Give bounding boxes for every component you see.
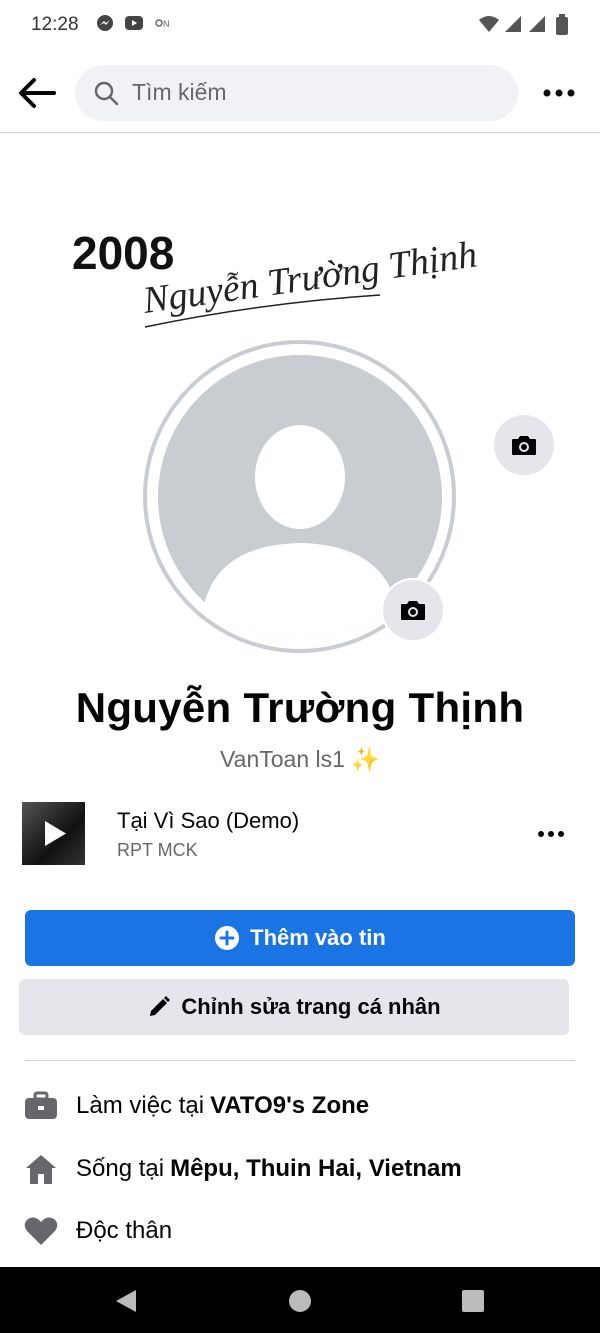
more-options-icon[interactable] — [540, 82, 578, 104]
signal-2-icon — [529, 16, 545, 32]
add-story-label: Thêm vào tin — [250, 925, 386, 950]
pencil-icon — [150, 996, 171, 1016]
nfc-icon: N — [155, 19, 170, 29]
search-placeholder: Tìm kiếm — [132, 79, 227, 105]
nav-recents-icon[interactable] — [461, 1289, 485, 1313]
cover-photo[interactable]: 2008 Nguyễn Trường Thịnh — [60, 215, 530, 345]
top-bar: Tìm kiếm — [0, 56, 600, 133]
cover-signature: Nguyễn Trường Thịnh — [139, 233, 479, 322]
detail-work-value[interactable]: VATO9's Zone — [210, 1092, 369, 1120]
divider — [25, 1060, 575, 1061]
add-story-button[interactable]: Thêm vào tin — [25, 910, 575, 966]
profile-music[interactable]: Tại Vì Sao (Demo) RPT MCK — [22, 802, 578, 866]
camera-icon — [512, 436, 536, 455]
heart-icon — [24, 1214, 58, 1248]
home-icon — [24, 1152, 58, 1186]
song-title: Tại Vì Sao (Demo) — [117, 808, 300, 833]
search-bar[interactable]: Tìm kiếm — [75, 65, 518, 121]
nav-back-icon[interactable] — [114, 1288, 138, 1314]
plus-circle-icon — [215, 926, 240, 950]
battery-icon — [556, 14, 568, 35]
detail-home-value[interactable]: Mêpu, Thuin Hai, Vietnam — [170, 1155, 462, 1183]
play-icon — [45, 821, 66, 846]
profile-bio: VanToan ls1 ✨ — [0, 746, 600, 773]
system-nav-bar — [0, 1267, 600, 1333]
sparkles-emoji: ✨ — [351, 746, 380, 772]
bio-text: VanToan ls1 — [220, 746, 345, 772]
signal-icon — [505, 16, 521, 32]
youtube-icon — [125, 16, 143, 30]
briefcase-icon — [24, 1089, 58, 1123]
detail-work-prefix: Làm việc tại — [76, 1092, 205, 1119]
song-thumbnail[interactable] — [22, 802, 85, 865]
messenger-icon — [97, 15, 113, 31]
cover-year: 2008 — [72, 227, 174, 279]
detail-home-prefix: Sống tại — [76, 1155, 165, 1182]
avatar-camera-button[interactable] — [381, 578, 445, 642]
music-more-icon[interactable] — [536, 824, 566, 844]
detail-home: Sống tại Mêpu, Thuin Hai, Vietnam — [24, 1149, 584, 1189]
song-artist: RPT MCK — [117, 840, 198, 860]
status-time: 12:28 — [31, 14, 79, 35]
edit-profile-label: Chỉnh sửa trang cá nhân — [181, 994, 441, 1019]
svg-text:N: N — [163, 19, 170, 29]
detail-relationship: Độc thân — [24, 1211, 584, 1251]
edit-profile-button[interactable]: Chỉnh sửa trang cá nhân — [19, 979, 569, 1035]
detail-work: Làm việc tại VATO9's Zone — [24, 1086, 584, 1126]
profile-name: Nguyễn Trường Thịnh — [75, 684, 525, 731]
camera-icon — [401, 601, 425, 620]
search-icon — [94, 81, 119, 106]
cover-camera-button[interactable] — [492, 413, 556, 477]
back-arrow-icon[interactable] — [16, 74, 58, 112]
status-bar: 12:28 N — [0, 0, 600, 52]
wifi-icon — [479, 16, 499, 32]
nav-home-icon[interactable] — [288, 1289, 312, 1313]
detail-relationship-text: Độc thân — [76, 1217, 173, 1244]
